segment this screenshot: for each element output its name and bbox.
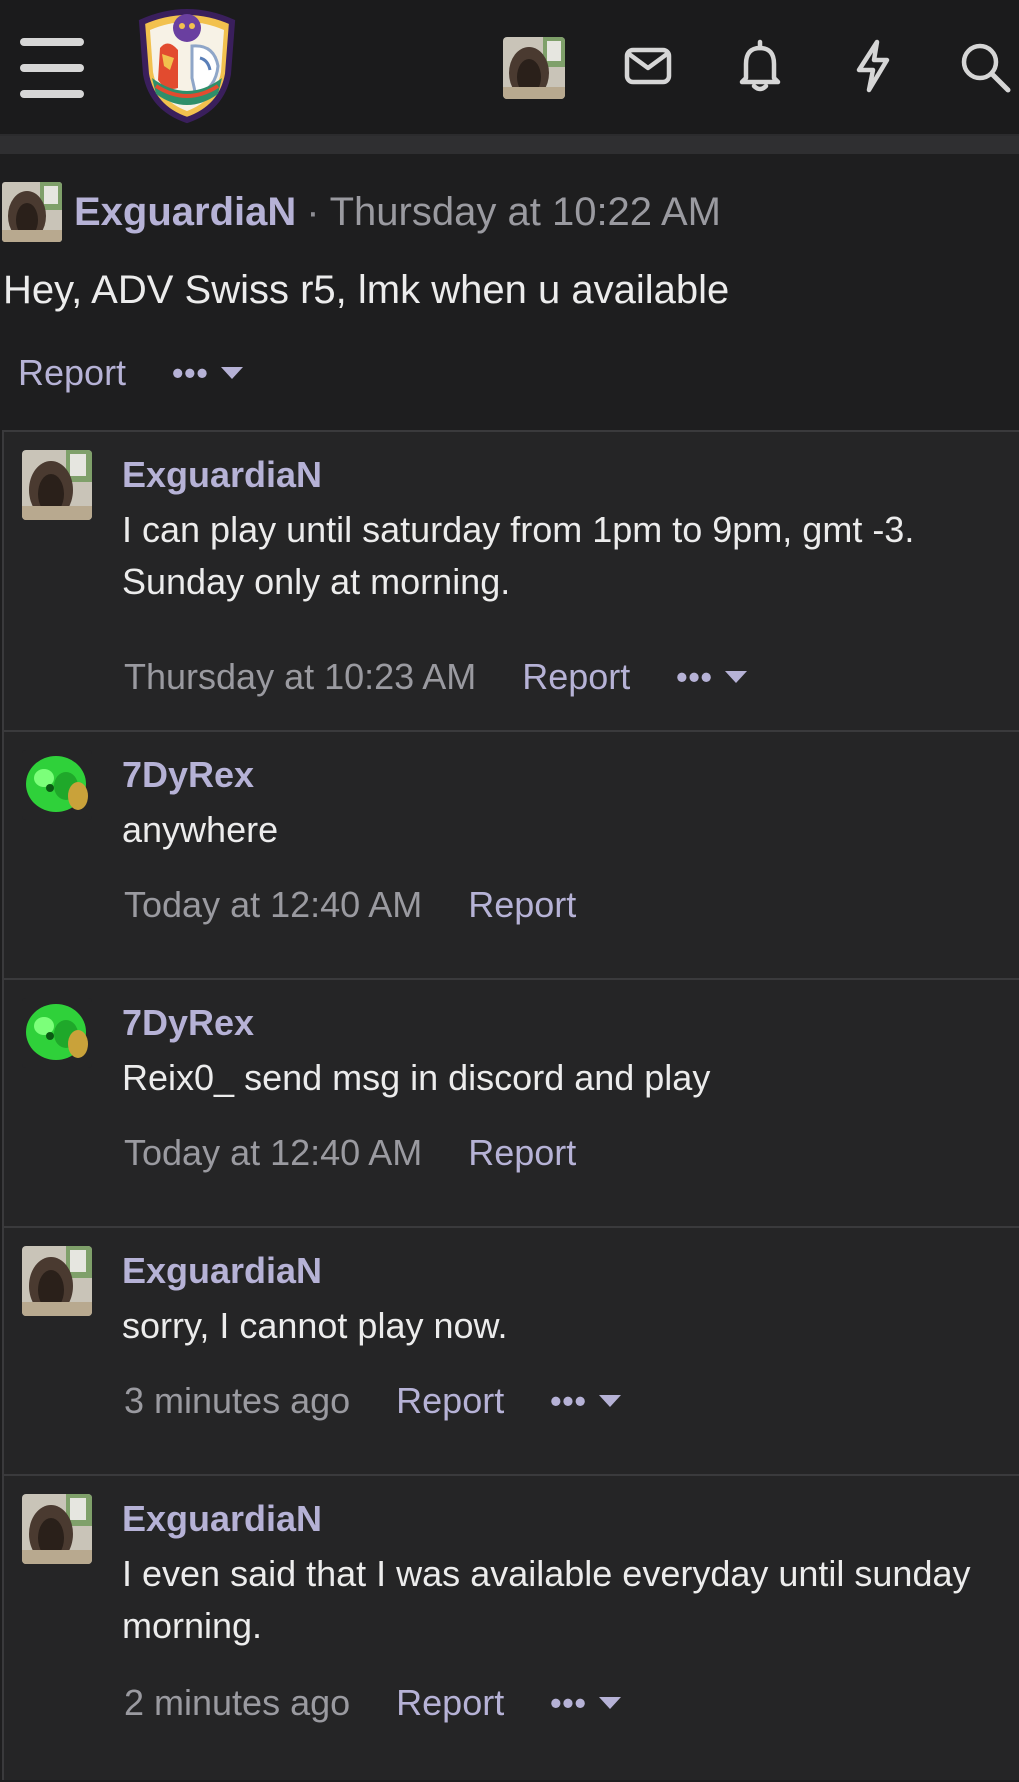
reply-body: Reix0_ send msg in discord and play: [122, 1057, 711, 1098]
reply-body: I even said that I was available everyda…: [122, 1553, 971, 1646]
bell-icon[interactable]: [734, 38, 786, 94]
more-dots-icon: •••: [550, 1685, 587, 1721]
more-options-button[interactable]: •••: [550, 1687, 621, 1719]
more-options-button[interactable]: •••: [550, 1385, 621, 1417]
avatar[interactable]: [22, 450, 92, 520]
reply-body: anywhere: [122, 809, 279, 850]
hamburger-icon[interactable]: [18, 38, 86, 98]
reply-timestamp[interactable]: 3 minutes ago: [124, 1380, 350, 1422]
avatar[interactable]: [22, 1246, 92, 1316]
avatar[interactable]: [2, 182, 62, 242]
post-timestamp[interactable]: Thursday at 10:22 AM: [330, 190, 721, 235]
report-link[interactable]: Report: [18, 352, 126, 394]
report-link[interactable]: Report: [396, 1380, 504, 1422]
avatar[interactable]: [22, 1494, 92, 1564]
reply-timestamp[interactable]: Today at 12:40 AM: [124, 884, 422, 926]
more-options-button[interactable]: •••: [172, 357, 243, 389]
report-link[interactable]: Report: [396, 1682, 504, 1724]
caret-down-icon: [220, 367, 243, 379]
post-actions: Report •••: [18, 352, 243, 394]
caret-down-icon: [724, 671, 747, 683]
caret-down-icon: [598, 1395, 621, 1407]
reply-item: ExguardiaN sorry, I cannot play now. 3 m…: [4, 1226, 1019, 1476]
mail-icon[interactable]: [622, 40, 674, 92]
reply-author[interactable]: 7DyRex: [122, 1002, 254, 1044]
reply-actions: Today at 12:40 AM Report: [124, 884, 576, 926]
more-dots-icon: •••: [172, 355, 209, 391]
reply-author[interactable]: ExguardiaN: [122, 454, 322, 496]
avatar[interactable]: [22, 998, 92, 1068]
avatar[interactable]: [22, 750, 92, 820]
reply-item: 7DyRex Reix0_ send msg in discord and pl…: [4, 978, 1019, 1228]
more-dots-icon: •••: [676, 659, 713, 695]
reply-item: ExguardiaN I even said that I was availa…: [4, 1474, 1019, 1782]
forum-logo[interactable]: [134, 8, 240, 124]
replies-list: ExguardiaN I can play until saturday fro…: [2, 430, 1019, 1780]
separator: ·: [306, 189, 320, 234]
top-navbar: [0, 0, 1019, 136]
reply-author[interactable]: 7DyRex: [122, 754, 254, 796]
reply-body: I can play until saturday from 1pm to 9p…: [122, 509, 915, 602]
reply-item: 7DyRex anywhere Today at 12:40 AM Report: [4, 730, 1019, 980]
reply-actions: Today at 12:40 AM Report: [124, 1132, 576, 1174]
post-author[interactable]: ExguardiaN: [74, 190, 296, 235]
caret-down-icon: [598, 1697, 621, 1709]
search-icon[interactable]: [958, 40, 1012, 94]
user-avatar[interactable]: [503, 37, 565, 99]
reply-author[interactable]: ExguardiaN: [122, 1498, 322, 1540]
post-body: Hey, ADV Swiss r5, lmk when u available: [3, 268, 730, 312]
reply-actions: Thursday at 10:23 AM Report •••: [124, 656, 747, 698]
post-header: ExguardiaN · Thursday at 10:22 AM: [2, 182, 721, 242]
main-post: ExguardiaN · Thursday at 10:22 AM Hey, A…: [0, 154, 1019, 430]
reply-actions: 2 minutes ago Report •••: [124, 1682, 621, 1724]
reply-timestamp[interactable]: Thursday at 10:23 AM: [124, 656, 476, 698]
reply-body: sorry, I cannot play now.: [122, 1305, 508, 1346]
bolt-icon[interactable]: [847, 38, 899, 94]
more-dots-icon: •••: [550, 1383, 587, 1419]
report-link[interactable]: Report: [468, 884, 576, 926]
reply-author[interactable]: ExguardiaN: [122, 1250, 322, 1292]
reply-item: ExguardiaN I can play until saturday fro…: [4, 430, 1019, 732]
reply-actions: 3 minutes ago Report •••: [124, 1380, 621, 1422]
navbar-divider: [0, 136, 1019, 154]
reply-timestamp[interactable]: Today at 12:40 AM: [124, 1132, 422, 1174]
reply-timestamp[interactable]: 2 minutes ago: [124, 1682, 350, 1724]
more-options-button[interactable]: •••: [676, 661, 747, 693]
report-link[interactable]: Report: [468, 1132, 576, 1174]
report-link[interactable]: Report: [522, 656, 630, 698]
